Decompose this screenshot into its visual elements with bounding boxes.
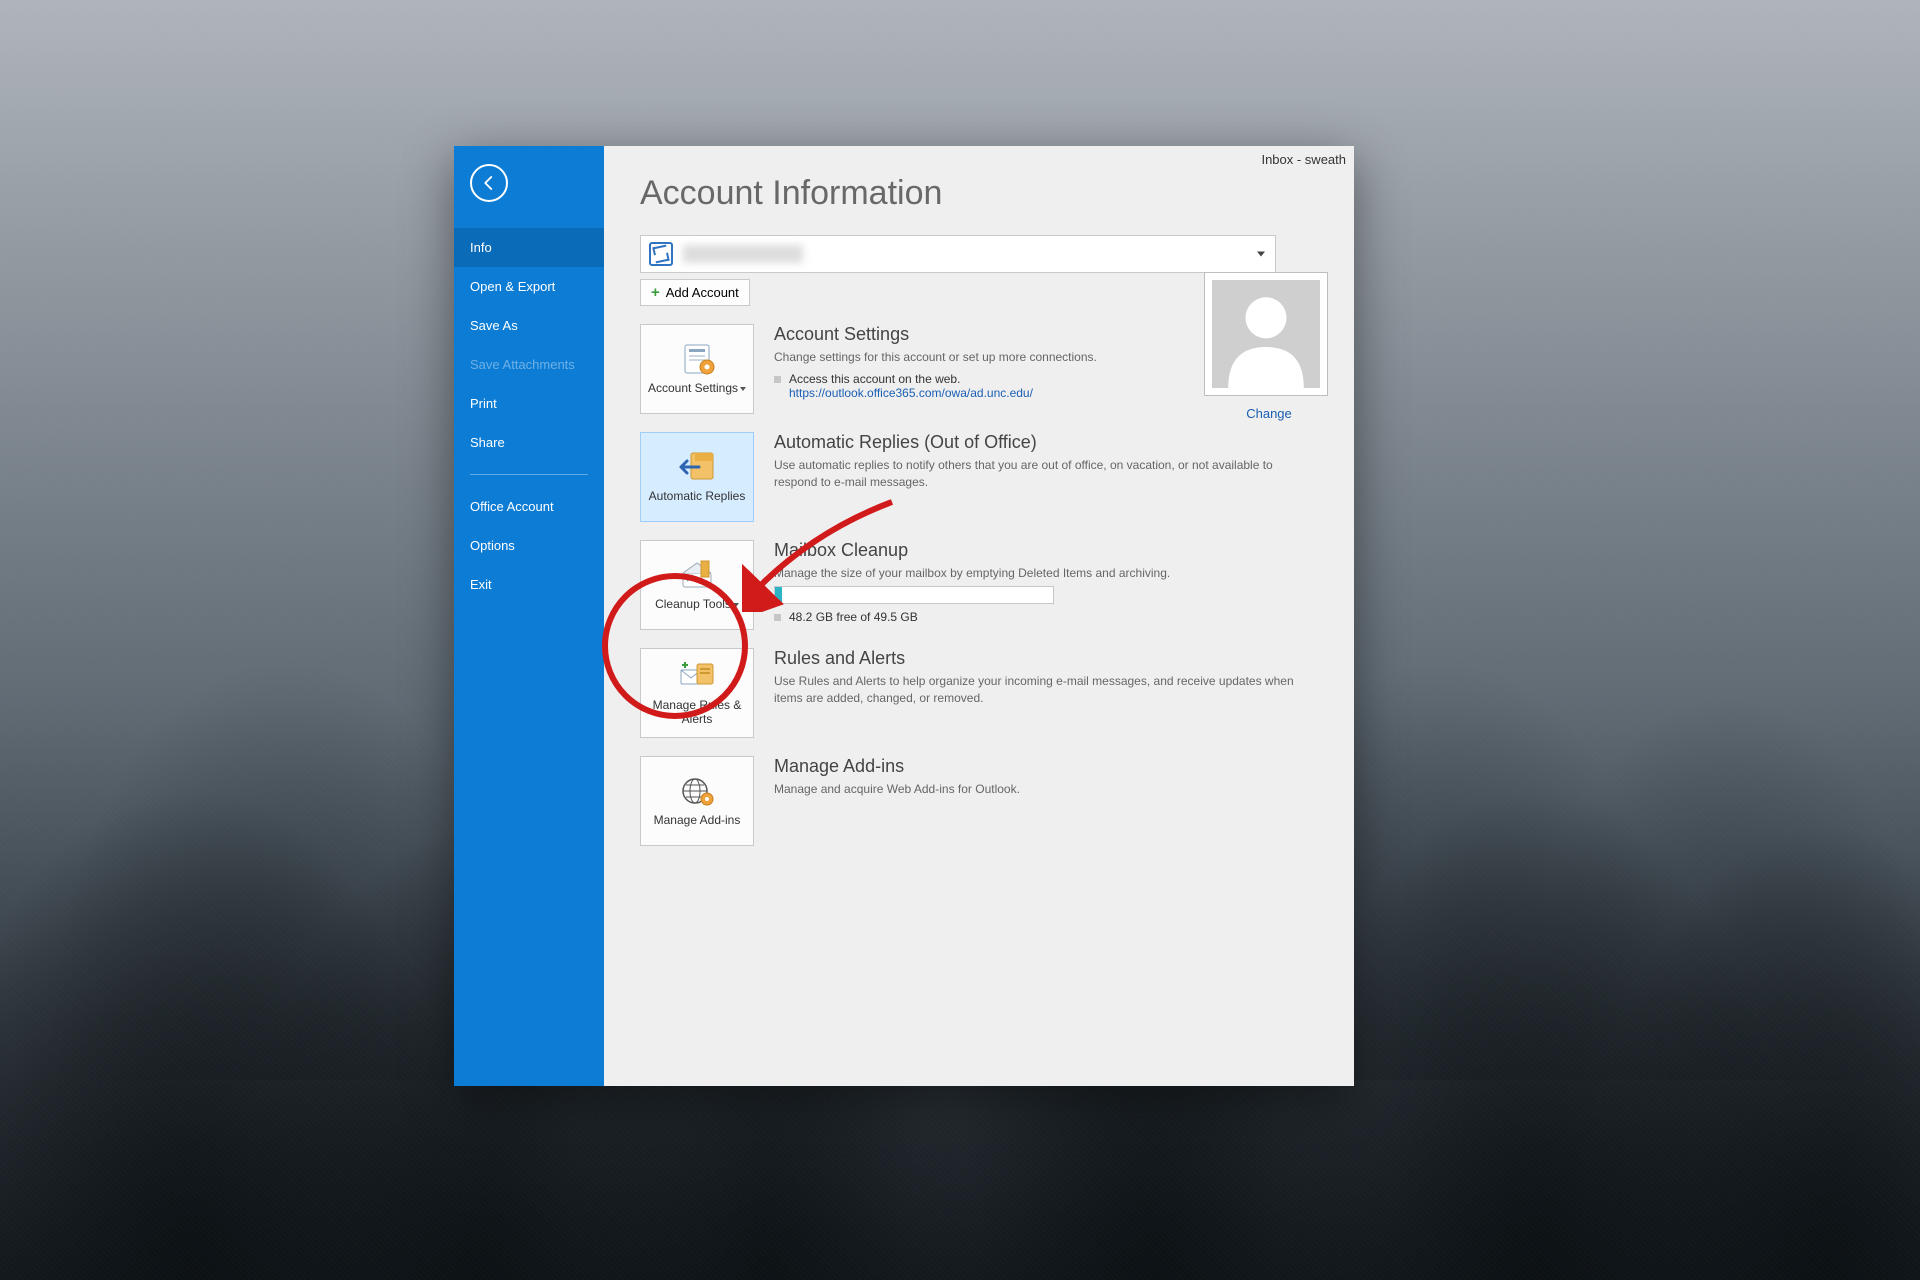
tile-label: Account Settings [648,381,746,395]
mailbox-storage-used [775,587,782,603]
nav-share[interactable]: Share [454,423,604,462]
section-desc: Manage and acquire Web Add-ins for Outlo… [774,781,1314,798]
nav-save-attachments: Save Attachments [454,345,604,384]
add-account-button[interactable]: + Add Account [640,279,750,306]
add-account-label: Add Account [666,285,739,300]
nav-save-as[interactable]: Save As [454,306,604,345]
manage-addins-icon [677,775,717,807]
account-selector[interactable] [640,235,1276,273]
plus-icon: + [651,285,660,300]
chevron-down-icon [740,387,746,391]
nav-open-export[interactable]: Open & Export [454,267,604,306]
chevron-down-icon [1257,252,1265,257]
page-title: Account Information [640,174,1354,213]
tile-label: Cleanup Tools [655,597,739,611]
tile-label: Manage Add-ins [654,813,741,827]
nav-divider [470,474,588,475]
avatar [1204,272,1328,396]
automatic-replies-button[interactable]: Automatic Replies [640,432,754,522]
section-automatic-replies: Automatic Replies Automatic Replies (Out… [640,432,1354,522]
section-title: Manage Add-ins [774,756,1314,777]
account-settings-button[interactable]: Account Settings [640,324,754,414]
nav-options[interactable]: Options [454,526,604,565]
manage-rules-button[interactable]: Manage Rules & Alerts [640,648,754,738]
cleanup-tools-button[interactable]: Cleanup Tools [640,540,754,630]
section-title: Account Settings [774,324,1174,345]
nav-print[interactable]: Print [454,384,604,423]
section-title: Mailbox Cleanup [774,540,1314,561]
account-name-blurred [683,245,803,263]
account-settings-icon [677,343,717,375]
owa-url-link[interactable]: https://outlook.office365.com/owa/ad.unc… [789,386,1033,400]
nav-info[interactable]: Info [454,228,604,267]
section-rules-alerts: Manage Rules & Alerts Rules and Alerts U… [640,648,1354,738]
profile-avatar-block: Change [1204,272,1334,421]
rules-alerts-icon [677,660,717,692]
back-button[interactable] [470,164,508,202]
chevron-down-icon [733,603,739,607]
section-mailbox-cleanup: Cleanup Tools Mailbox Cleanup Manage the… [640,540,1354,630]
mailbox-storage-bar [774,586,1054,604]
nav-exit[interactable]: Exit [454,565,604,604]
outlook-backstage-window: Inbox - sweath Info Open & Export Save A… [454,146,1354,1086]
section-manage-addins: Manage Add-ins Manage Add-ins Manage and… [640,756,1354,846]
exchange-icon [649,242,673,266]
bullet-square-icon [774,376,781,383]
change-photo-link[interactable]: Change [1204,406,1334,421]
bullet-square-icon [774,614,781,621]
arrow-left-icon [480,174,498,192]
section-title: Automatic Replies (Out of Office) [774,432,1314,453]
tile-label: Manage Rules & Alerts [645,698,749,726]
manage-addins-button[interactable]: Manage Add-ins [640,756,754,846]
person-placeholder-icon [1212,280,1320,388]
backstage-sidebar: Info Open & Export Save As Save Attachme… [454,146,604,1086]
tile-label: Automatic Replies [649,489,746,503]
backstage-content: Account Information + Add Account Change [604,146,1354,1086]
section-desc: Manage the size of your mailbox by empty… [774,565,1314,582]
automatic-replies-icon [677,451,717,483]
nav-office-account[interactable]: Office Account [454,487,604,526]
bullet-text: Access this account on the web. [789,372,1033,386]
section-title: Rules and Alerts [774,648,1314,669]
section-desc: Use Rules and Alerts to help organize yo… [774,673,1314,707]
section-desc: Use automatic replies to notify others t… [774,457,1314,491]
cleanup-tools-icon [677,559,717,591]
storage-text: 48.2 GB free of 49.5 GB [789,610,918,624]
section-desc: Change settings for this account or set … [774,349,1174,366]
